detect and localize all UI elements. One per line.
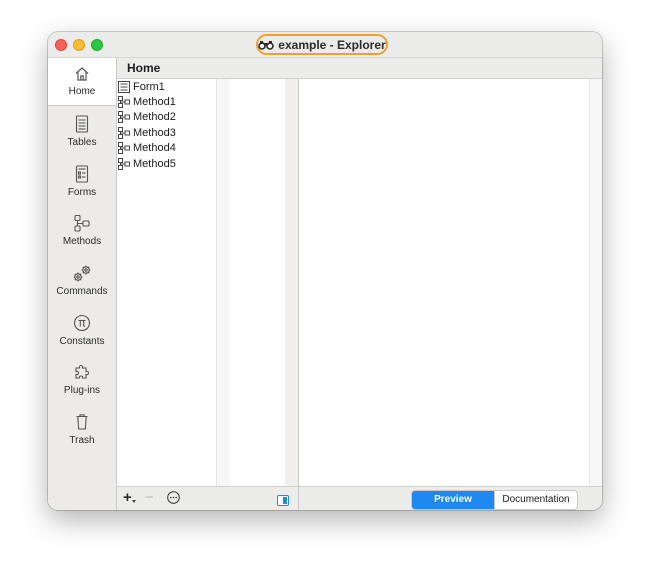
puzzle-icon	[73, 355, 91, 381]
sidebar-item-label: Forms	[67, 187, 97, 198]
binoculars-icon	[258, 40, 275, 50]
close-window-button[interactable]	[55, 39, 67, 51]
sidebar-item-home[interactable]: Home	[48, 58, 116, 106]
sidebar-item-constants[interactable]: Constants	[48, 306, 116, 354]
list-item-label: Method1	[133, 95, 176, 108]
title-bar[interactable]: example - Explorer	[48, 32, 602, 58]
ellipsis-circle-icon[interactable]	[167, 491, 180, 509]
list-item[interactable]: Method2	[118, 109, 176, 124]
list-item[interactable]: Method3	[118, 125, 176, 140]
list-item-label: Form1	[133, 80, 165, 93]
tab-preview[interactable]: Preview	[412, 491, 494, 509]
method-icon	[118, 126, 130, 139]
add-button[interactable]: +	[123, 489, 132, 506]
form-icon	[118, 80, 130, 93]
zoom-window-button[interactable]	[91, 39, 103, 51]
method-icon	[118, 141, 130, 154]
list-item-label: Method2	[133, 110, 176, 123]
sidebar-item-plugins[interactable]: Plug-ins	[48, 355, 116, 403]
list-item-label: Method3	[133, 126, 176, 139]
add-menu-caret[interactable]	[132, 500, 136, 503]
sidebar-item-label: Home	[68, 86, 96, 97]
list-item[interactable]: Method1	[118, 94, 176, 109]
form-icon	[74, 157, 90, 183]
list-item[interactable]: Method5	[118, 156, 176, 171]
home-icon	[74, 58, 90, 82]
sidebar-item-commands[interactable]: Commands	[48, 256, 116, 304]
minimize-window-button[interactable]	[73, 39, 85, 51]
sidebar-item-forms[interactable]: Forms	[48, 157, 116, 205]
method-icon	[118, 157, 130, 170]
sidebar-item-label: Trash	[69, 435, 95, 446]
list-item-label: Method5	[133, 157, 176, 170]
method-icon	[73, 206, 91, 232]
table-icon	[74, 107, 90, 133]
sidebar-item-trash[interactable]: Trash	[48, 405, 116, 453]
trash-icon	[74, 405, 90, 431]
preview-mode-segmented-control: Preview Documentation	[411, 490, 578, 510]
pi-icon	[73, 306, 91, 332]
list-toolbar: + −	[117, 486, 298, 510]
sidebar-item-label: Constants	[59, 336, 105, 347]
sidebar-item-tables[interactable]: Tables	[48, 107, 116, 155]
preview-scrollbar[interactable]	[589, 79, 602, 486]
list-item[interactable]: Method4	[118, 140, 176, 155]
explorer-window: example - Explorer Home Tables Forms Met…	[48, 32, 602, 510]
window-title: example - Explorer	[256, 34, 388, 55]
sidebar-toggle-icon[interactable]	[277, 493, 289, 510]
list-scrollbar[interactable]	[216, 79, 230, 486]
tab-documentation[interactable]: Documentation	[494, 491, 577, 509]
sidebar-item-label: Methods	[62, 236, 102, 247]
sidebar-item-label: Tables	[67, 137, 97, 148]
method-icon	[118, 110, 130, 123]
preview-pane	[299, 79, 589, 486]
window-title-text: example - Explorer	[278, 37, 386, 52]
page-title: Home	[117, 58, 602, 79]
sidebar-item-label: Plug-ins	[63, 385, 101, 396]
remove-button[interactable]: −	[145, 489, 154, 506]
sidebar-item-label: Commands	[56, 286, 108, 297]
list-item[interactable]: Form1	[118, 79, 165, 94]
sidebar-item-methods[interactable]: Methods	[48, 206, 116, 254]
preview-toolbar: Preview Documentation	[299, 486, 602, 510]
sidebar: Home Tables Forms Methods Commands Const…	[48, 58, 117, 510]
gears-icon	[71, 256, 93, 284]
method-icon	[118, 95, 130, 108]
list-item-label: Method4	[133, 141, 176, 154]
